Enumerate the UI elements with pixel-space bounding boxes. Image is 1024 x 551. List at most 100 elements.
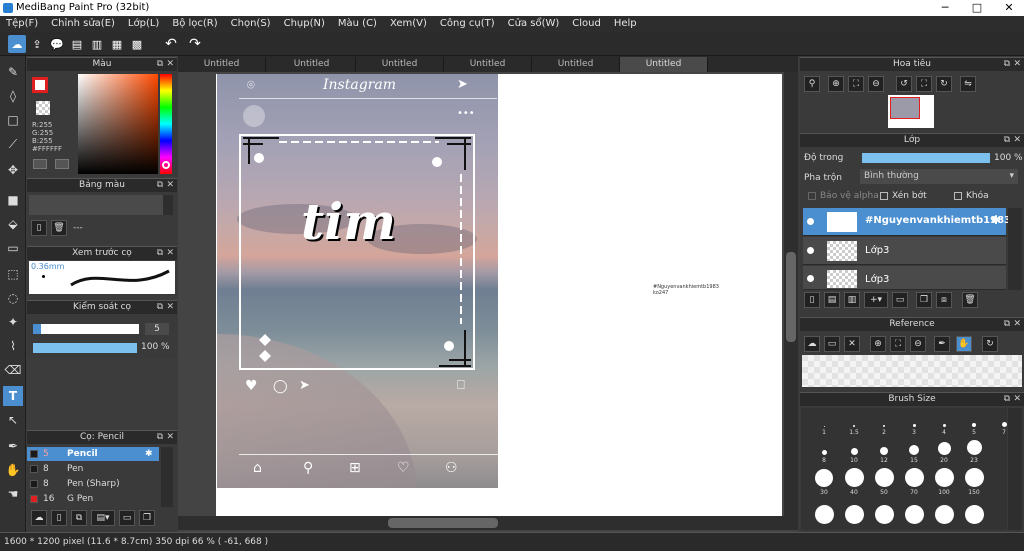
- select-rect-tool-icon[interactable]: ⬚: [3, 264, 23, 284]
- select-pen-tool-icon[interactable]: ⌇: [3, 336, 23, 356]
- maximize-icon[interactable]: □: [962, 0, 992, 16]
- comment-icon[interactable]: 💬: [48, 35, 66, 53]
- brush-item-selected[interactable]: 5 Pencil ✱: [27, 447, 159, 461]
- visibility-icon[interactable]: [807, 247, 814, 254]
- new-layer-icon[interactable]: ▯: [804, 292, 820, 308]
- undock-icon[interactable]: ⧉: [157, 247, 163, 260]
- brush-copy-icon[interactable]: ⧉: [71, 510, 87, 526]
- brush-item[interactable]: 8 Pen: [27, 462, 159, 476]
- panel-close-icon[interactable]: ✕: [1013, 134, 1021, 147]
- brush-size-option[interactable]: 20: [929, 438, 959, 464]
- brush-size-option[interactable]: 150: [959, 468, 989, 496]
- brush-size-option[interactable]: [809, 502, 839, 526]
- hue-slider[interactable]: [160, 74, 172, 174]
- cloud-icon[interactable]: ☁: [8, 35, 26, 53]
- redo-icon[interactable]: ↷: [186, 35, 204, 53]
- flip-icon[interactable]: ⇋: [960, 76, 976, 92]
- brush-list-scrollbar[interactable]: [161, 447, 173, 507]
- lasso-tool-icon[interactable]: ◌: [3, 288, 23, 308]
- close-reference-icon[interactable]: ✕: [844, 336, 860, 352]
- brush-size-option[interactable]: 1: [809, 410, 839, 436]
- lock-checkbox[interactable]: [954, 192, 962, 200]
- menu-filter[interactable]: Bộ lọc(R): [172, 16, 217, 32]
- protect-alpha-checkbox[interactable]: [808, 192, 816, 200]
- undo-icon[interactable]: ↶: [162, 35, 180, 53]
- panel-close-icon[interactable]: ✕: [1013, 318, 1021, 331]
- tab-untitled-active[interactable]: Untitled: [620, 57, 708, 72]
- palette-swatches[interactable]: [29, 195, 163, 215]
- panel-close-icon[interactable]: ✕: [1013, 393, 1021, 406]
- page-icon[interactable]: ▤: [68, 35, 86, 53]
- rectangle-tool-icon[interactable]: □: [3, 110, 23, 130]
- gradient-tool-icon[interactable]: ▭: [3, 238, 23, 258]
- zoom-in-icon[interactable]: ⊕: [870, 336, 886, 352]
- layer-row[interactable]: Lớp3: [803, 266, 1006, 290]
- close-icon[interactable]: ✕: [994, 0, 1024, 16]
- undock-icon[interactable]: ⧉: [1004, 393, 1010, 406]
- menu-window[interactable]: Cửa sổ(W): [508, 16, 560, 32]
- menu-edit[interactable]: Chỉnh sửa(E): [51, 16, 115, 32]
- pan-tool-icon[interactable]: ☚: [3, 484, 23, 504]
- minimize-icon[interactable]: ─: [930, 0, 960, 16]
- menu-capture[interactable]: Chụp(N): [284, 16, 325, 32]
- panel-close-icon[interactable]: ✕: [166, 431, 174, 444]
- zoom-out-icon[interactable]: ⊖: [910, 336, 926, 352]
- menu-file[interactable]: Tệp(F): [6, 16, 38, 32]
- reference-canvas[interactable]: [802, 355, 1022, 387]
- brush-size-value[interactable]: 5: [145, 323, 169, 335]
- cloud-reference-icon[interactable]: ☁: [804, 336, 820, 352]
- brush-size-option[interactable]: 4: [929, 410, 959, 436]
- brush-size-option[interactable]: [899, 502, 929, 526]
- brush-size-option[interactable]: 40: [839, 468, 869, 496]
- brush-size-option[interactable]: [839, 502, 869, 526]
- text-tool-icon[interactable]: T: [3, 386, 23, 406]
- menu-layer[interactable]: Lớp(L): [128, 16, 159, 32]
- vertical-scroll-thumb[interactable]: [786, 252, 796, 342]
- panel-close-icon[interactable]: ✕: [166, 179, 174, 192]
- brush-folder-icon[interactable]: ▭: [119, 510, 135, 526]
- brush-size-option[interactable]: 10: [839, 438, 869, 464]
- tab-untitled[interactable]: Untitled: [356, 57, 444, 72]
- document-icon[interactable]: ▥: [88, 35, 106, 53]
- panel-close-icon[interactable]: ✕: [166, 58, 174, 71]
- delete-layer-icon[interactable]: 🗑: [962, 292, 978, 308]
- brush-item[interactable]: 8 Pen (Sharp): [27, 477, 159, 491]
- brush-tool-icon[interactable]: ✎: [3, 62, 23, 82]
- rotate-right-icon[interactable]: ↻: [936, 76, 952, 92]
- fill-rect-tool-icon[interactable]: ■: [3, 190, 23, 210]
- undock-icon[interactable]: ⧉: [157, 301, 163, 314]
- brush-size-option[interactable]: [869, 502, 899, 526]
- hue-handle[interactable]: [162, 161, 170, 169]
- brush-add-icon[interactable]: ▤▾: [91, 510, 115, 526]
- brush-size-option[interactable]: 3: [899, 410, 929, 436]
- brush-size-option[interactable]: 23: [959, 438, 989, 464]
- zoom-in-icon[interactable]: ⊕: [828, 76, 844, 92]
- brush-opacity-slider[interactable]: [33, 343, 137, 353]
- brush-size-option[interactable]: [959, 502, 989, 526]
- actual-size-icon[interactable]: ⛶: [916, 76, 932, 92]
- menu-help[interactable]: Help: [614, 16, 637, 32]
- clipping-checkbox[interactable]: [880, 192, 888, 200]
- navigator-thumbnail[interactable]: [888, 95, 934, 128]
- undock-icon[interactable]: ⧉: [157, 58, 163, 71]
- brush-size-slider[interactable]: [33, 324, 139, 334]
- menu-color[interactable]: Màu (C): [338, 16, 377, 32]
- brush-new-icon[interactable]: ▯: [51, 510, 67, 526]
- fit-screen-icon[interactable]: ⛶: [890, 336, 906, 352]
- eyedropper-icon[interactable]: ✒: [934, 336, 950, 352]
- panel-close-icon[interactable]: ✕: [166, 301, 174, 314]
- panel-close-icon[interactable]: ✕: [1013, 58, 1021, 71]
- color-swap-button[interactable]: [55, 159, 69, 169]
- saturation-value-picker[interactable]: [78, 74, 158, 174]
- menu-view[interactable]: Xem(V): [390, 16, 427, 32]
- tab-untitled[interactable]: Untitled: [178, 57, 266, 72]
- hand-tool-icon[interactable]: ✋: [3, 460, 23, 480]
- layer-scrollbar[interactable]: [1008, 208, 1022, 292]
- palette-scrollbar[interactable]: [163, 195, 173, 215]
- add-layer-menu-icon[interactable]: +▾: [864, 292, 888, 308]
- brush-duplicate-icon[interactable]: ❐: [139, 510, 155, 526]
- color-option-button[interactable]: [33, 159, 47, 169]
- hand-icon[interactable]: ✋: [956, 336, 972, 352]
- open-folder-icon[interactable]: ▭: [824, 336, 840, 352]
- undock-icon[interactable]: ⧉: [1004, 318, 1010, 331]
